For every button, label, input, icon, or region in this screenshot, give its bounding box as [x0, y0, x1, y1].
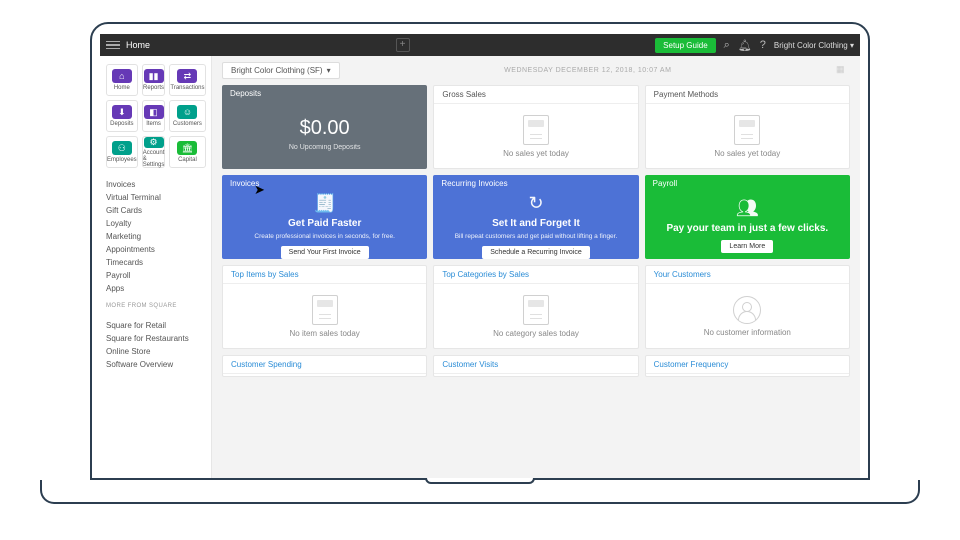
items-icon: ◧ — [144, 105, 164, 119]
card-top-items[interactable]: Top Items by Sales No item sales today — [222, 265, 427, 349]
sidebar-link[interactable]: Online Store — [106, 345, 205, 358]
receipt-icon — [312, 295, 338, 325]
card-recurring-invoices[interactable]: Recurring Invoices ↻Set It and Forget It… — [433, 175, 638, 259]
search-icon[interactable]: ⌕ — [724, 39, 730, 52]
nav-transactions[interactable]: ⇄Transactions — [169, 64, 205, 96]
transactions-icon: ⇄ — [177, 69, 197, 83]
laptop-frame: Home Setup Guide ⌕ 🔔︎ ? Bright Color Clo… — [90, 22, 870, 480]
sidebar-link[interactable]: Virtual Terminal — [106, 191, 205, 204]
sidebar-link[interactable]: Apps — [106, 282, 205, 295]
laptop-notch — [425, 478, 535, 484]
main-content: Bright Color Clothing (SF)▾ WEDNESDAY DE… — [212, 56, 860, 478]
nav-capital[interactable]: 🏛︎Capital — [169, 136, 205, 168]
invoice-icon: 🧾 — [313, 193, 335, 214]
deposits-amount: $0.00 — [300, 117, 350, 140]
sidebar-more: Square for Retail Square for Restaurants… — [106, 319, 205, 371]
topbar: Home Setup Guide ⌕ 🔔︎ ? Bright Color Clo… — [100, 34, 860, 56]
sidebar-more-heading: MORE FROM SQUARE — [106, 303, 205, 309]
sidebar-link[interactable]: Loyalty — [106, 217, 205, 230]
nav-reports[interactable]: ▮▮Reports — [142, 64, 166, 96]
card-gross-sales[interactable]: Gross Sales No sales yet today — [433, 85, 638, 169]
employees-icon: ⚇ — [112, 141, 132, 155]
notification-icon[interactable]: 🔔︎ — [738, 39, 752, 52]
card-payment-methods[interactable]: Payment Methods No sales yet today — [645, 85, 850, 169]
card-customer-spending[interactable]: Customer Spending — [222, 355, 427, 377]
menu-icon[interactable] — [106, 39, 120, 52]
capital-icon: 🏛︎ — [177, 141, 197, 155]
customers-icon: ☺ — [177, 105, 197, 119]
nav-home[interactable]: ⌂Home — [106, 64, 138, 96]
setup-guide-button[interactable]: Setup Guide — [655, 38, 715, 53]
card-customers[interactable]: Your Customers No customer information — [645, 265, 850, 349]
sidebar-link[interactable]: Software Overview — [106, 358, 205, 371]
sidebar: ⌂Home ▮▮Reports ⇄Transactions ⬇Deposits … — [100, 56, 212, 478]
sidebar-link[interactable]: Payroll — [106, 269, 205, 282]
card-customer-frequency[interactable]: Customer Frequency — [645, 355, 850, 377]
nav-settings[interactable]: ⚙Account & Settings — [142, 136, 166, 168]
avatar-icon — [733, 296, 761, 324]
sidebar-link[interactable]: Invoices — [106, 178, 205, 191]
location-selector[interactable]: Bright Color Clothing (SF)▾ — [222, 62, 340, 79]
sidebar-link[interactable]: Gift Cards — [106, 204, 205, 217]
sidebar-link[interactable]: Appointments — [106, 243, 205, 256]
schedule-invoice-button[interactable]: Schedule a Recurring Invoice — [482, 246, 589, 259]
sidebar-link[interactable]: Timecards — [106, 256, 205, 269]
date-label: WEDNESDAY DECEMBER 12, 2018, 10:07 AM — [340, 67, 836, 74]
sidebar-link[interactable]: Marketing — [106, 230, 205, 243]
app-screen: Home Setup Guide ⌕ 🔔︎ ? Bright Color Clo… — [100, 34, 860, 478]
send-invoice-button[interactable]: Send Your First Invoice — [281, 246, 369, 259]
card-payroll[interactable]: Payroll 👥︎Pay your team in just a few cl… — [645, 175, 850, 259]
account-menu[interactable]: Bright Color Clothing ▾ — [774, 41, 854, 50]
card-deposits[interactable]: Deposits $0.00No Upcoming Deposits — [222, 85, 427, 169]
nav-items[interactable]: ◧Items — [142, 100, 166, 132]
nav-grid: ⌂Home ▮▮Reports ⇄Transactions ⬇Deposits … — [106, 64, 205, 168]
layout-icon[interactable]: ▦ — [836, 64, 850, 78]
page-title: Home — [126, 40, 150, 50]
sidebar-links: Invoices Virtual Terminal Gift Cards Loy… — [106, 178, 205, 295]
add-icon[interactable] — [396, 38, 410, 52]
home-icon: ⌂ — [112, 69, 132, 83]
sidebar-link[interactable]: Square for Restaurants — [106, 332, 205, 345]
receipt-icon — [734, 115, 760, 145]
learn-more-button[interactable]: Learn More — [721, 240, 773, 253]
recurring-icon: ↻ — [528, 193, 543, 214]
topbar-right: Setup Guide ⌕ 🔔︎ ? Bright Color Clothing… — [655, 38, 854, 53]
card-invoices[interactable]: Invoices 🧾Get Paid FasterCreate professi… — [222, 175, 427, 259]
help-icon[interactable]: ? — [760, 39, 766, 51]
reports-icon: ▮▮ — [144, 69, 164, 83]
nav-customers[interactable]: ☺Customers — [169, 100, 205, 132]
sidebar-link[interactable]: Square for Retail — [106, 319, 205, 332]
deposits-icon: ⬇ — [112, 105, 132, 119]
receipt-icon — [523, 295, 549, 325]
nav-employees[interactable]: ⚇Employees — [106, 136, 138, 168]
team-icon: 👥︎ — [736, 198, 759, 219]
receipt-icon — [523, 115, 549, 145]
nav-deposits[interactable]: ⬇Deposits — [106, 100, 138, 132]
card-top-categories[interactable]: Top Categories by Sales No category sale… — [433, 265, 638, 349]
chevron-down-icon: ▾ — [327, 66, 331, 75]
settings-icon: ⚙ — [144, 137, 164, 148]
card-customer-visits[interactable]: Customer Visits — [433, 355, 638, 377]
